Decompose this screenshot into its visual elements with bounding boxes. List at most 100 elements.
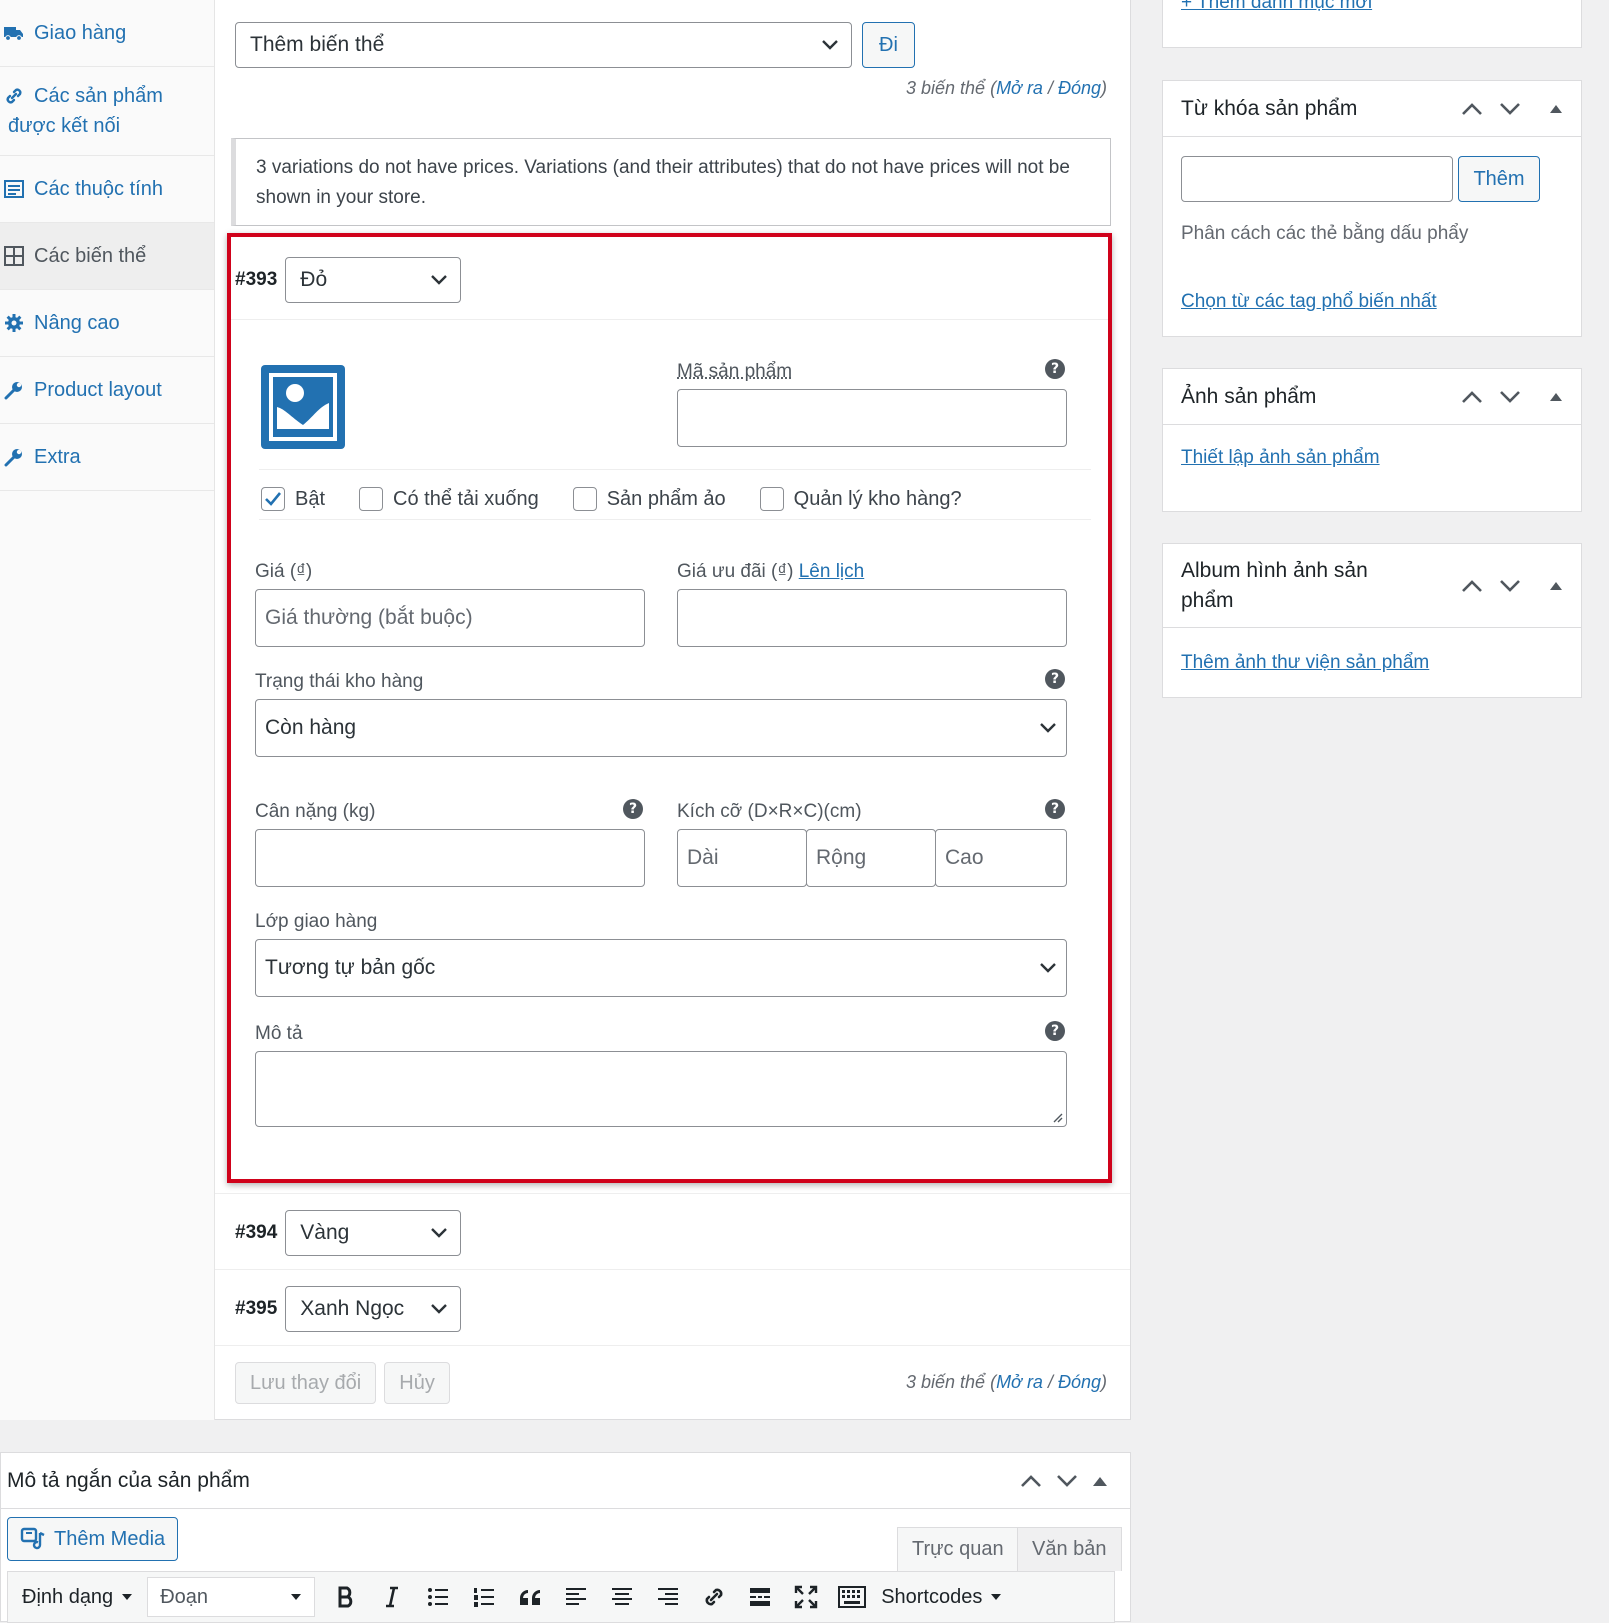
sku-input[interactable] — [677, 389, 1067, 447]
help-icon[interactable]: ? — [1045, 1021, 1065, 1041]
set-product-image-link[interactable]: Thiết lập ảnh sản phẩm — [1181, 447, 1380, 469]
tab-label: Giao hàng — [34, 18, 126, 48]
enabled-checkbox[interactable]: Bật — [261, 487, 325, 511]
help-icon[interactable]: ? — [1045, 669, 1065, 689]
tab-linked-products[interactable]: Các sản phẩm được kết nối — [0, 67, 214, 156]
help-icon[interactable]: ? — [1045, 799, 1065, 819]
expand-link[interactable]: Mở ra — [996, 1372, 1043, 1392]
checkbox-box[interactable] — [359, 487, 383, 511]
chevron-down-icon[interactable] — [1499, 102, 1521, 116]
media-icon — [20, 1527, 46, 1551]
categories-box-bottom: + Thêm danh mục mới — [1162, 0, 1582, 48]
manage-stock-checkbox[interactable]: Quản lý kho hàng? — [760, 487, 962, 511]
width-input[interactable]: Rộng — [806, 829, 936, 887]
variation-header[interactable]: #395 Xanh Ngọc — [235, 1286, 461, 1332]
virtual-checkbox[interactable]: Sản phẩm ảo — [573, 487, 726, 511]
chevron-up-icon[interactable] — [1020, 1474, 1042, 1488]
grid-icon — [4, 241, 26, 271]
collapse-link[interactable]: Đóng — [1058, 1372, 1101, 1392]
tab-advanced[interactable]: Nâng cao — [0, 290, 214, 357]
regular-price-label: Giá (₫) — [255, 561, 312, 583]
tab-attributes[interactable]: Các thuộc tính — [0, 156, 214, 223]
variation-image-button[interactable] — [259, 363, 347, 451]
stock-status-select[interactable]: Còn hàng — [255, 699, 1067, 757]
checkbox-box[interactable] — [573, 487, 597, 511]
variation-394-row[interactable]: #394 Vàng — [215, 1193, 1130, 1269]
bullet-list-icon[interactable] — [421, 1580, 455, 1614]
chevron-up-icon[interactable] — [1461, 579, 1483, 593]
resize-handle-icon[interactable] — [1051, 1111, 1063, 1123]
checkbox-box[interactable] — [760, 487, 784, 511]
chevron-down-icon[interactable] — [1056, 1474, 1078, 1488]
add-gallery-images-link[interactable]: Thêm ảnh thư viện sản phẩm — [1181, 652, 1429, 674]
go-button[interactable]: Đi — [862, 22, 915, 68]
add-category-link[interactable]: + Thêm danh mục mới — [1181, 0, 1372, 14]
length-input[interactable]: Dài — [677, 829, 807, 887]
save-changes-button[interactable]: Lưu thay đổi — [235, 1362, 376, 1404]
chevron-up-icon[interactable] — [1461, 102, 1483, 116]
chevron-down-icon — [430, 1303, 448, 1315]
tab-product-layout[interactable]: Product layout — [0, 357, 214, 424]
schedule-link[interactable]: Lên lịch — [799, 561, 865, 582]
description-textarea[interactable] — [255, 1051, 1067, 1127]
collapse-triangle-icon[interactable] — [1549, 104, 1563, 114]
numbered-list-icon[interactable] — [467, 1580, 501, 1614]
collapse-link[interactable]: Đóng — [1058, 78, 1101, 98]
variation-attribute-select[interactable]: Đỏ — [285, 257, 461, 303]
blockquote-icon[interactable] — [513, 1580, 547, 1614]
variation-header[interactable]: #394 Vàng — [235, 1210, 461, 1256]
help-icon[interactable]: ? — [623, 799, 643, 819]
tab-extra[interactable]: Extra — [0, 424, 214, 491]
collapse-triangle-icon[interactable] — [1549, 392, 1563, 402]
variation-395-row[interactable]: #395 Xanh Ngọc — [215, 1269, 1130, 1345]
weight-input[interactable] — [255, 829, 645, 887]
add-media-label: Thêm Media — [54, 1528, 165, 1551]
read-more-icon[interactable] — [743, 1580, 777, 1614]
align-center-icon[interactable] — [605, 1580, 639, 1614]
expand-link[interactable]: Mở ra — [996, 78, 1043, 98]
popular-tags-link[interactable]: Chọn từ các tag phổ biến nhất — [1181, 291, 1437, 313]
chevron-down-icon[interactable] — [1499, 579, 1521, 593]
variation-header[interactable]: #393 Đỏ — [235, 257, 461, 303]
collapse-triangle-icon[interactable] — [1092, 1475, 1108, 1487]
align-left-icon[interactable] — [559, 1580, 593, 1614]
format-dropdown[interactable]: Định dạng — [22, 1586, 133, 1609]
italic-icon[interactable] — [375, 1580, 409, 1614]
collapse-triangle-icon[interactable] — [1549, 581, 1563, 591]
variation-393-expanded: #393 Đỏ Mã sản phẩm ? Bật Có thể tải xuố — [227, 233, 1112, 1183]
wrench-icon — [4, 375, 26, 405]
regular-price-input[interactable]: Giá thường (bắt buộc) — [255, 589, 645, 647]
link-icon[interactable] — [697, 1580, 731, 1614]
checkbox-box[interactable] — [261, 487, 285, 511]
tab-label: Extra — [34, 442, 81, 472]
variation-attribute-select[interactable]: Xanh Ngọc — [285, 1286, 461, 1332]
chevron-down-icon[interactable] — [1499, 390, 1521, 404]
add-tag-button[interactable]: Thêm — [1458, 156, 1540, 202]
variation-attribute-select[interactable]: Vàng — [285, 1210, 461, 1256]
tag-input[interactable] — [1181, 156, 1453, 202]
cancel-button[interactable]: Hủy — [384, 1362, 450, 1404]
product-tags-box: Từ khóa sản phẩm Thêm Phân cách các thẻ … — [1162, 80, 1582, 337]
chevron-up-icon[interactable] — [1461, 390, 1483, 404]
align-right-icon[interactable] — [651, 1580, 685, 1614]
help-icon[interactable]: ? — [1045, 359, 1065, 379]
bold-icon[interactable] — [329, 1580, 363, 1614]
shortcodes-dropdown[interactable]: Shortcodes — [881, 1586, 1002, 1609]
fullscreen-icon[interactable] — [789, 1580, 823, 1614]
description-label: Mô tả — [255, 1023, 303, 1045]
keyboard-icon[interactable] — [835, 1580, 869, 1614]
box-title: Album hình ảnh sản phẩm — [1181, 556, 1411, 616]
tab-variations[interactable]: Các biến thể — [0, 223, 214, 290]
variations-panel: Thêm biến thể Đi 3 biến thể (Mở ra / Đón… — [215, 0, 1131, 1420]
tab-visual[interactable]: Trực quan — [897, 1527, 1019, 1571]
paragraph-select[interactable]: Đoạn — [147, 1577, 315, 1617]
tab-text[interactable]: Văn bản — [1017, 1527, 1122, 1571]
bulk-action-select[interactable]: Thêm biến thể — [235, 22, 852, 68]
downloadable-checkbox[interactable]: Có thể tải xuống — [359, 487, 539, 511]
height-input[interactable]: Cao — [935, 829, 1067, 887]
add-media-button[interactable]: Thêm Media — [7, 1517, 178, 1561]
shipping-class-select[interactable]: Tương tự bản gốc — [255, 939, 1067, 997]
product-data-tabs: Giao hàng Các sản phẩm được kết nối Các … — [0, 0, 215, 1420]
sale-price-input[interactable] — [677, 589, 1067, 647]
tab-shipping[interactable]: Giao hàng — [0, 0, 214, 67]
